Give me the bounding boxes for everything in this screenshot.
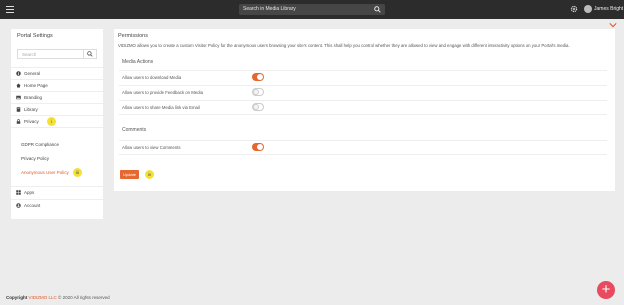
sidebar-item-label: General <box>24 71 41 76</box>
sidebar-item-label: Library <box>24 107 38 112</box>
user-name[interactable]: James Bright <box>594 4 623 14</box>
step-badge: iii <box>73 168 82 177</box>
footer-company-link[interactable]: VIDIZMO LLC <box>29 295 57 300</box>
view-comments-toggle[interactable] <box>252 143 264 151</box>
footer: Copyright VIDIZMO LLC © 2020 All rights … <box>6 294 110 301</box>
add-button[interactable]: + <box>597 281 615 299</box>
sidebar-item-library[interactable]: Library <box>11 103 103 115</box>
top-bar: Search in Media Library James Bright <box>0 0 624 19</box>
grid-icon <box>16 190 21 195</box>
permission-row: Allow users to provide Feedback on Media <box>119 85 607 99</box>
sidebar-title: Portal Settings <box>17 33 53 39</box>
section-heading-comments: Comments <box>122 127 147 133</box>
permission-row: Allow users to share Media link via Emai… <box>119 100 607 115</box>
permission-row: Allow users to view Comments <box>119 140 607 155</box>
sidebar-subitem-gdpr[interactable]: GDPR Compliance <box>21 141 59 149</box>
share-email-toggle[interactable] <box>252 103 264 111</box>
plus-icon: + <box>601 281 611 298</box>
search-icon <box>87 51 93 57</box>
menu-icon[interactable] <box>6 6 14 13</box>
sidebar-item-account[interactable]: Account <box>11 199 103 211</box>
sidebar-search-placeholder: Search <box>22 52 37 57</box>
user-icon <box>16 203 21 208</box>
permission-row: Allow users to download Media <box>119 70 607 84</box>
permissions-panel: Permissions VIDIZMO allows you to create… <box>114 29 615 191</box>
home-icon <box>16 83 21 88</box>
permission-label: Allow users to provide Feedback on Media <box>122 90 203 95</box>
sidebar-item-label: Branding <box>24 95 43 100</box>
permission-label: Allow users to view Comments <box>122 145 181 150</box>
sidebar-item-label: Account <box>24 203 41 208</box>
sidebar-item-general[interactable]: General <box>11 67 103 79</box>
sidebar-subitem-privacy-policy[interactable]: Privacy Policy <box>21 155 49 163</box>
search-icon[interactable] <box>374 6 381 13</box>
sidebar-item-privacy[interactable]: Privacy i <box>11 115 103 128</box>
lock-icon <box>16 119 21 124</box>
footer-prefix: Copyright <box>6 295 28 300</box>
settings-sidebar: Portal Settings Search General Home Page… <box>11 29 103 219</box>
book-icon <box>16 107 21 112</box>
page-description: VIDIZMO allows you to create a custom Vi… <box>118 43 570 48</box>
page-title: Permissions <box>118 33 148 39</box>
sidebar-search-input[interactable]: Search <box>17 49 97 59</box>
sidebar-item-branding[interactable]: Branding <box>11 91 103 103</box>
feedback-media-toggle[interactable] <box>252 88 264 96</box>
sidebar-subitem-anonymous-user-policy[interactable]: Anonymous User Policy <box>21 169 69 177</box>
permission-label: Allow users to download Media <box>122 75 182 80</box>
media-search-text: Search in Media Library <box>243 6 296 12</box>
chevron-down-icon[interactable] <box>609 22 617 28</box>
info-icon <box>16 71 21 76</box>
media-search-input[interactable]: Search in Media Library <box>239 4 385 15</box>
image-icon <box>16 95 21 100</box>
step-badge: i <box>47 117 56 126</box>
update-button[interactable]: Update <box>120 170 139 179</box>
section-heading-media-actions: Media Actions <box>122 59 154 65</box>
avatar[interactable] <box>584 5 592 13</box>
sidebar-item-label: Privacy <box>24 119 39 124</box>
sidebar-item-label: Apps <box>24 190 35 195</box>
footer-suffix: © 2020 All rights reserved <box>58 295 110 300</box>
sidebar-item-apps[interactable]: Apps <box>11 186 103 198</box>
permission-label: Allow users to share Media link via Emai… <box>122 105 200 110</box>
sidebar-item-home-page[interactable]: Home Page <box>11 79 103 91</box>
gear-icon[interactable] <box>570 5 578 13</box>
sidebar-search-button[interactable] <box>83 50 96 58</box>
download-media-toggle[interactable] <box>252 73 264 81</box>
sidebar-item-label: Home Page <box>24 83 48 88</box>
step-badge: iv <box>145 170 154 179</box>
